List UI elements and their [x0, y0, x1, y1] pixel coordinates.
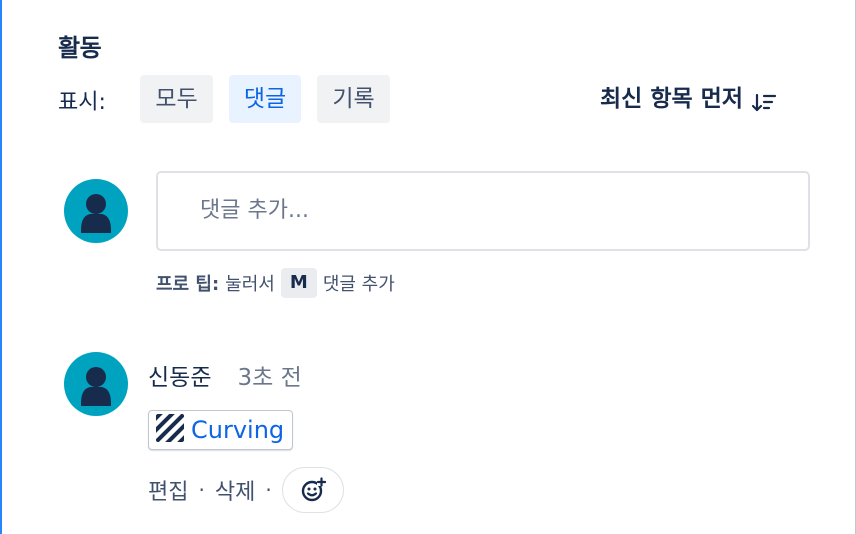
keyboard-shortcut-key: M [280, 268, 317, 298]
striped-issue-icon [155, 413, 185, 447]
filter-all-button[interactable]: 모두 [140, 75, 213, 123]
separator-dot: · [198, 478, 205, 502]
comment-input[interactable]: 댓글 추가... [156, 171, 810, 251]
comment-actions: 편집 · 삭제 · [148, 466, 344, 514]
edit-comment-button[interactable]: 편집 [148, 474, 188, 506]
activity-title: 활동 [58, 34, 102, 62]
sort-descending-icon [751, 88, 777, 112]
linked-issue-label: Curving [191, 416, 285, 444]
current-user-avatar [64, 179, 128, 243]
comment-author-name[interactable]: 신동준 [148, 358, 211, 392]
activity-panel: 활동 표시: 모두 댓글 기록 최신 항목 먼저 댓글 추가... 프로 팁: … [0, 0, 856, 534]
filter-history-button[interactable]: 기록 [317, 75, 390, 123]
comment-timestamp[interactable]: 3초 전 [237, 358, 301, 392]
pro-tip-label: 프로 팁: [156, 274, 220, 295]
add-reaction-button[interactable] [281, 467, 344, 513]
comment-author-avatar[interactable] [64, 352, 128, 416]
add-reaction-icon [301, 477, 326, 502]
filter-comments-button[interactable]: 댓글 [229, 75, 301, 123]
pro-tip-pre: 눌러서 [225, 274, 275, 295]
linked-issue-chip[interactable]: Curving [148, 410, 294, 450]
comment-header: 신동준 3초 전 [148, 358, 302, 392]
user-avatar-icon [81, 194, 111, 233]
separator-dot: · [265, 478, 272, 502]
delete-comment-button[interactable]: 삭제 [215, 474, 255, 506]
sort-order-button[interactable]: 최신 항목 먼저 [600, 80, 777, 118]
pro-tip-post: 댓글 추가 [322, 274, 395, 295]
sort-order-label: 최신 항목 먼저 [600, 86, 743, 112]
user-avatar-icon [81, 367, 111, 406]
pro-tip: 프로 팁: 눌러서 M 댓글 추가 [156, 268, 395, 298]
show-label: 표시: [58, 90, 106, 115]
